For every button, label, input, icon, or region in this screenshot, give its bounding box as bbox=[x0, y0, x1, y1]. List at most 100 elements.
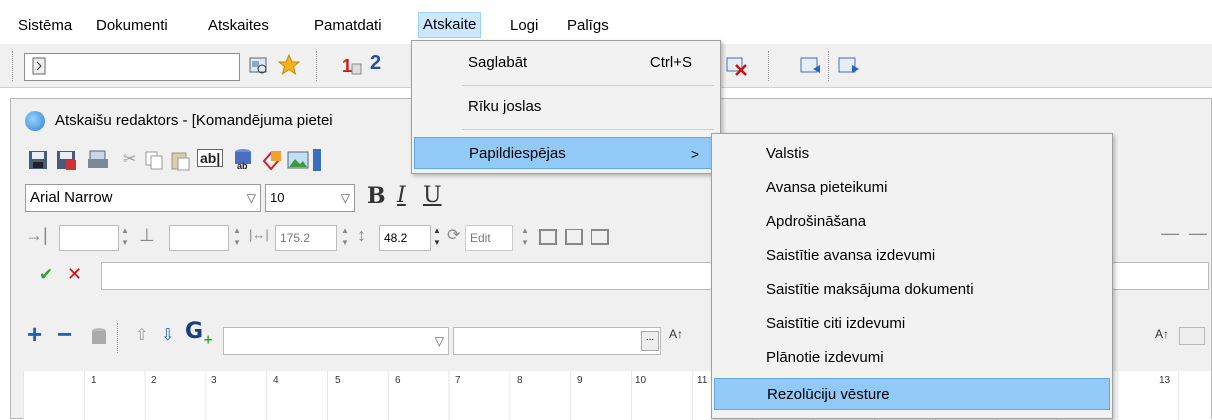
width-icon: |↔| bbox=[249, 227, 269, 242]
add-plus-icon[interactable]: + bbox=[27, 319, 42, 350]
find-record-icon[interactable] bbox=[248, 55, 270, 77]
width-spin-arrows[interactable]: ▲ ▼ bbox=[339, 225, 351, 251]
previous-window-icon[interactable] bbox=[800, 55, 822, 77]
submenu-item-apdrosinasana[interactable]: Apdrošināšana bbox=[714, 206, 1110, 238]
menu-atskaites[interactable]: Atskaites bbox=[204, 14, 273, 38]
width-input[interactable]: 175.2 bbox=[275, 225, 337, 251]
font-name-select[interactable]: Arial Narrow ▽ bbox=[25, 184, 261, 212]
rotate-icon: ⟳ bbox=[447, 227, 461, 244]
image-icon[interactable] bbox=[287, 149, 309, 171]
group-select[interactable]: ▽ bbox=[223, 327, 449, 355]
field-select[interactable] bbox=[453, 327, 661, 355]
toolbar-separator bbox=[768, 51, 770, 81]
menu-bar: Sistēma Dokumenti Atskaites Pamatdati At… bbox=[0, 0, 1212, 42]
save-icon[interactable] bbox=[27, 149, 49, 171]
top-spin-input[interactable] bbox=[169, 225, 229, 251]
submenu-item-valstis[interactable]: Valstis bbox=[714, 138, 1110, 170]
top-spin-arrows[interactable]: ▲ ▼ bbox=[231, 225, 243, 251]
ruler-mark: 4 bbox=[273, 375, 279, 386]
border-box-icon[interactable] bbox=[591, 229, 609, 245]
more-tools-icon[interactable] bbox=[313, 149, 321, 171]
move-up-icon[interactable]: ⇧ bbox=[135, 325, 148, 345]
chevron-down-icon: ▽ bbox=[340, 191, 350, 205]
menu-item-papildiespejas[interactable]: Papildiespējas > bbox=[414, 137, 718, 169]
numbering-2-icon[interactable]: 2 bbox=[370, 52, 381, 75]
underline-button: U bbox=[423, 183, 442, 208]
menu-sistema[interactable]: Sistēma bbox=[14, 14, 76, 38]
svg-text:ab: ab bbox=[237, 161, 248, 169]
app-globe-icon bbox=[25, 111, 45, 131]
confirm-check-icon[interactable]: ✔ bbox=[39, 265, 53, 285]
ruler-mark: 9 bbox=[577, 375, 583, 386]
remove-minus-icon[interactable]: − bbox=[57, 319, 72, 350]
paste-icon[interactable] bbox=[169, 149, 191, 171]
cut-icon[interactable]: ✂ bbox=[123, 149, 136, 169]
ruler-mark: 8 bbox=[517, 375, 523, 386]
submenu-item-saistitie-maksajuma-dokumenti[interactable]: Saistītie maksājuma dokumenti bbox=[714, 274, 1110, 306]
shapes-icon[interactable] bbox=[261, 149, 283, 171]
menu-dokumenti[interactable]: Dokumenti bbox=[92, 14, 172, 38]
toolbar-grip bbox=[12, 51, 14, 81]
next-window-icon[interactable] bbox=[838, 55, 860, 77]
ellipsis-button[interactable]: ... bbox=[641, 331, 659, 351]
sort-icon[interactable]: A↑ bbox=[1155, 327, 1169, 341]
submenu-item-rezoluciju-vesture[interactable]: Rezolūciju vēsture bbox=[714, 378, 1110, 410]
copy-icon[interactable] bbox=[143, 149, 165, 171]
menu-logi[interactable]: Logi bbox=[506, 14, 542, 38]
font-size-value: 10 bbox=[270, 190, 285, 205]
toolbar-separator bbox=[117, 323, 119, 353]
menu-paligs[interactable]: Palīgs bbox=[563, 14, 613, 38]
menu-atskaite[interactable]: Atskaite bbox=[418, 12, 482, 38]
chevron-right-icon: > bbox=[690, 146, 699, 162]
papildiespejas-submenu: Valstis Avansa pieteikumi Apdrošināšana … bbox=[711, 133, 1113, 419]
save-as-icon[interactable] bbox=[55, 149, 77, 171]
move-down-icon[interactable]: ⇩ bbox=[161, 325, 174, 345]
edit-input[interactable]: Edit bbox=[465, 225, 513, 251]
menu-item-saglabat[interactable]: Saglabāt Ctrl+S bbox=[414, 47, 718, 79]
toolbar-search-input[interactable] bbox=[24, 53, 240, 81]
number-format-icon[interactable] bbox=[1179, 327, 1205, 345]
left-spin-arrows[interactable]: ▲ ▼ bbox=[119, 225, 131, 251]
delete-row-icon[interactable] bbox=[726, 55, 748, 77]
database-field-icon[interactable]: ab bbox=[233, 147, 255, 169]
edit-spin-arrows[interactable]: ▲ ▼ bbox=[519, 225, 531, 251]
submenu-item-saistitie-avansa-izdevumi[interactable]: Saistītie avansa izdevumi bbox=[714, 240, 1110, 272]
submenu-item-avansa-pieteikumi[interactable]: Avansa pieteikumi bbox=[714, 172, 1110, 204]
height-input[interactable]: 48.2 bbox=[379, 225, 431, 251]
favorites-star-icon[interactable] bbox=[278, 54, 300, 76]
print-preview-icon[interactable] bbox=[87, 149, 109, 171]
ruler-mark: 11 bbox=[697, 375, 708, 386]
cursor-icon bbox=[32, 57, 46, 75]
border-outer-icon[interactable] bbox=[565, 229, 583, 245]
ruler-mark: 13 bbox=[1159, 375, 1171, 386]
bold-button[interactable]: B bbox=[367, 183, 386, 209]
dash-icon: — bbox=[1189, 223, 1207, 243]
text-field-icon[interactable]: ab| bbox=[197, 149, 224, 167]
ruler-mark: 10 bbox=[635, 375, 647, 386]
minus-line-icon: — bbox=[1161, 223, 1179, 243]
group-add-icon[interactable]: G+ bbox=[185, 319, 213, 346]
chevron-down-icon: ▽ bbox=[246, 191, 256, 205]
database-icon[interactable] bbox=[89, 327, 111, 349]
menu-pamatdati[interactable]: Pamatdati bbox=[310, 14, 386, 38]
italic-button[interactable]: I bbox=[397, 183, 406, 208]
submenu-item-planotie-izdevumi[interactable]: Plānotie izdevumi bbox=[714, 342, 1110, 374]
height-icon: ↕ bbox=[357, 225, 366, 245]
cancel-x-icon[interactable]: ✕ bbox=[67, 264, 82, 285]
font-size-select[interactable]: 10 ▽ bbox=[265, 184, 355, 212]
sort-ascending-icon[interactable]: A↑ bbox=[669, 327, 683, 341]
ruler-mark: 2 bbox=[151, 375, 157, 386]
ruler-mark: 7 bbox=[455, 375, 461, 386]
height-spin-arrows[interactable]: ▲ ▼ bbox=[431, 225, 443, 251]
numbering-icon[interactable]: 1 bbox=[340, 54, 362, 76]
submenu-item-saistitie-citi-izdevumi[interactable]: Saistītie citi izdevumi bbox=[714, 308, 1110, 340]
ruler-mark: 1 bbox=[91, 375, 97, 386]
font-name-value: Arial Narrow bbox=[30, 189, 113, 206]
left-spin-input[interactable] bbox=[59, 225, 119, 251]
ruler-mark: 6 bbox=[395, 375, 401, 386]
toolbar-separator bbox=[828, 51, 830, 81]
menu-item-riku-joslas[interactable]: Rīku joslas bbox=[414, 91, 718, 123]
menu-item-label: Papildiespējas bbox=[469, 145, 566, 162]
atskaite-menu: Saglabāt Ctrl+S Rīku joslas Papildiespēj… bbox=[411, 40, 721, 174]
border-all-icon[interactable] bbox=[539, 229, 557, 245]
